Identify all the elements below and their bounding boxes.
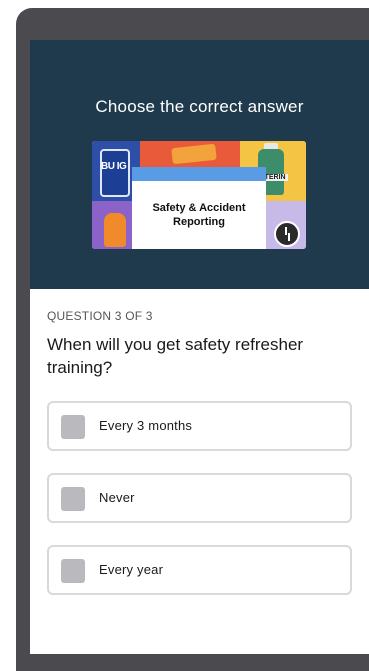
detergent-image <box>104 213 126 247</box>
course-thumbnail: BU IG ISTERIN Safety & Accident Reportin… <box>92 141 306 249</box>
can-image <box>100 149 130 197</box>
answer-option-label: Never <box>99 490 135 505</box>
hero-title: Choose the correct answer <box>95 97 304 116</box>
question-counter: QUESTION 3 OF 3 <box>47 309 153 323</box>
answer-option[interactable]: Every year <box>47 545 352 595</box>
quiz-header: Choose the correct answer BU IG ISTERIN <box>30 40 369 289</box>
answer-option-label: Every 3 months <box>99 418 193 433</box>
course-title: Safety & Accident Reporting <box>152 202 246 228</box>
answer-option[interactable]: Every 3 months <box>47 401 352 451</box>
can-label: BU IG <box>101 161 127 172</box>
checkbox-icon[interactable] <box>61 415 85 439</box>
clock-icon <box>274 221 300 247</box>
course-title-card: Safety & Accident Reporting <box>132 167 266 249</box>
answer-option-label: Every year <box>99 562 164 577</box>
question-text: When will you get safety refresher train… <box>47 335 304 377</box>
checkbox-icon[interactable] <box>61 487 85 511</box>
device-frame: Choose the correct answer BU IG ISTERIN <box>16 8 369 671</box>
quiz-screen: Choose the correct answer BU IG ISTERIN <box>30 40 369 654</box>
checkbox-icon[interactable] <box>61 559 85 583</box>
page: Choose the correct answer BU IG ISTERIN <box>0 0 369 671</box>
answer-option[interactable]: Never <box>47 473 352 523</box>
